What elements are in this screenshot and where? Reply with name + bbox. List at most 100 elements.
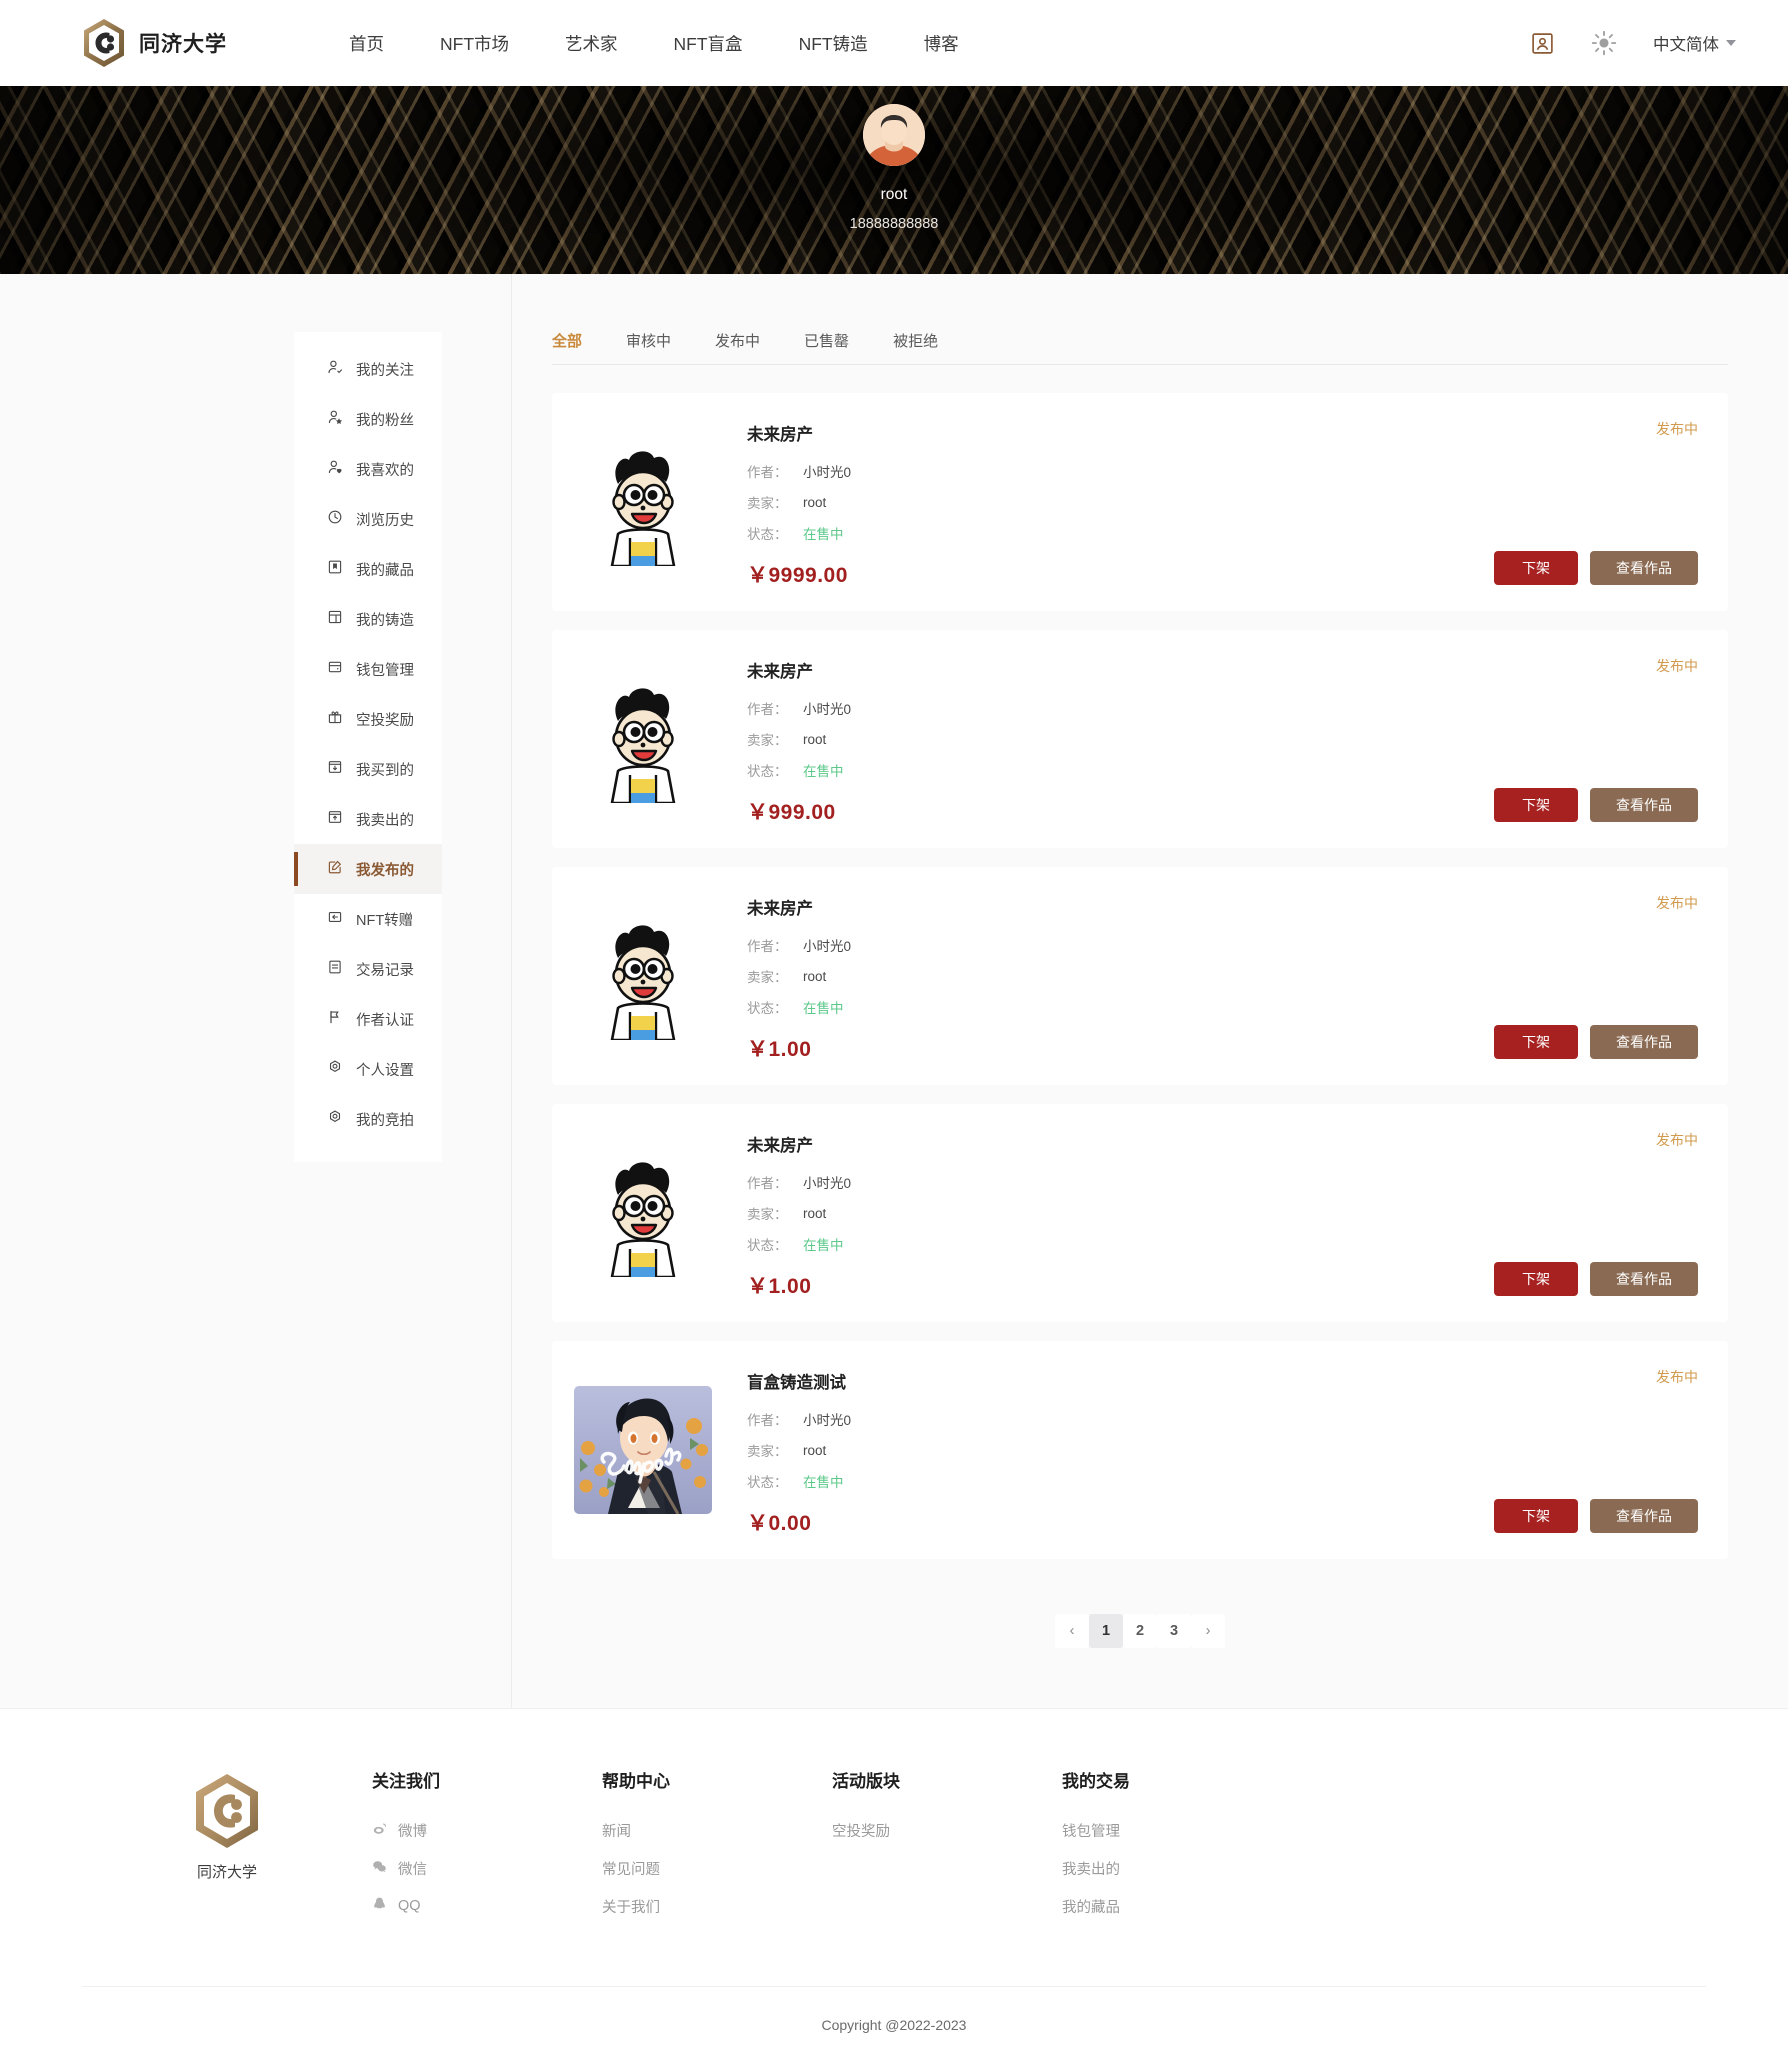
- state-value: 在售中: [803, 1001, 844, 1016]
- state-value: 在售中: [803, 527, 844, 542]
- sidebar-item-fans[interactable]: 我的粉丝: [294, 394, 442, 444]
- nav-blindbox[interactable]: NFT盲盒: [646, 23, 771, 64]
- seller-value: root: [803, 1442, 827, 1458]
- avatar[interactable]: [863, 104, 925, 166]
- tab-rejected[interactable]: 被拒绝: [871, 330, 960, 351]
- footer-link-label: 我卖出的: [1062, 1862, 1120, 1878]
- nft-seller-row: 卖家： root: [747, 1440, 1698, 1460]
- view-work-button[interactable]: 查看作品: [1590, 551, 1698, 585]
- profile-block: root 18888888888: [0, 104, 1788, 232]
- nft-card-actions: 下架 查看作品: [1494, 1025, 1698, 1059]
- footer-link-wechat[interactable]: 微信: [372, 1858, 602, 1879]
- seller-value: root: [803, 731, 827, 747]
- nft-thumbnail[interactable]: [574, 1386, 712, 1514]
- pagination: ‹ 1 2 3 ›: [552, 1614, 1728, 1648]
- footer-link-label: 我的藏品: [1062, 1900, 1120, 1916]
- sidebar-item-minting[interactable]: 我的铸造: [294, 594, 442, 644]
- nft-state-row: 状态： 在售中: [747, 760, 1698, 780]
- sidebar-item-transactions[interactable]: 交易记录: [294, 944, 442, 994]
- footer-link-wallet[interactable]: 钱包管理: [1062, 1820, 1262, 1841]
- view-work-button[interactable]: 查看作品: [1590, 1262, 1698, 1296]
- nft-thumbnail[interactable]: [574, 912, 712, 1040]
- nft-thumbnail[interactable]: [574, 438, 712, 566]
- sidebar-item-liked[interactable]: 我喜欢的: [294, 444, 442, 494]
- nft-card: 盲盒铸造测试 作者： 小时光0 卖家： root 状态： 在售中 ￥0.00 发…: [552, 1341, 1728, 1559]
- nav-artists[interactable]: 艺术家: [537, 23, 646, 64]
- profile-username: root: [880, 186, 908, 203]
- view-work-button[interactable]: 查看作品: [1590, 788, 1698, 822]
- seller-label: 卖家：: [747, 733, 788, 748]
- seller-label: 卖家：: [747, 970, 788, 985]
- sidebar-item-following[interactable]: 我的关注: [294, 344, 442, 394]
- nft-author-row: 作者： 小时光0: [747, 461, 1698, 481]
- page-body: 我的关注 我的粉丝 我喜欢的 浏览历史 我的藏品 我的铸造 钱包管理 空投奖励 …: [0, 274, 1788, 1708]
- tab-all[interactable]: 全部: [552, 330, 604, 351]
- chevron-down-icon: [1726, 40, 1736, 46]
- language-selector[interactable]: 中文简体: [1653, 31, 1736, 55]
- footer-link-collection[interactable]: 我的藏品: [1062, 1896, 1262, 1917]
- footer-link-sold[interactable]: 我卖出的: [1062, 1858, 1262, 1879]
- tab-soldout[interactable]: 已售罄: [782, 330, 871, 351]
- pagination-prev[interactable]: ‹: [1055, 1614, 1089, 1648]
- nft-thumbnail[interactable]: [574, 675, 712, 803]
- footer-heading: 帮助中心: [602, 1772, 670, 1791]
- nav-market[interactable]: NFT市场: [412, 23, 537, 64]
- tab-reviewing[interactable]: 审核中: [604, 330, 693, 351]
- delist-button[interactable]: 下架: [1494, 551, 1578, 585]
- delist-button[interactable]: 下架: [1494, 788, 1578, 822]
- pagination-page-2[interactable]: 2: [1123, 1614, 1157, 1648]
- tab-publishing[interactable]: 发布中: [693, 330, 782, 351]
- nft-thumbnail[interactable]: [574, 1149, 712, 1277]
- pagination-next[interactable]: ›: [1191, 1614, 1225, 1648]
- sidebar-item-label: 浏览历史: [356, 512, 414, 529]
- sidebar-item-sold[interactable]: 我卖出的: [294, 794, 442, 844]
- state-label: 状态：: [747, 527, 788, 542]
- cartoon-boy-icon: [574, 438, 712, 566]
- footer-link-faq[interactable]: 常见问题: [602, 1858, 832, 1879]
- delist-button[interactable]: 下架: [1494, 1499, 1578, 1533]
- sidebar-column: 我的关注 我的粉丝 我喜欢的 浏览历史 我的藏品 我的铸造 钱包管理 空投奖励 …: [0, 274, 512, 1708]
- nav-blog[interactable]: 博客: [896, 23, 987, 64]
- bookmark-icon: [327, 559, 343, 579]
- sidebar-item-auction[interactable]: 我的竞拍: [294, 1094, 442, 1144]
- delist-button[interactable]: 下架: [1494, 1262, 1578, 1296]
- site-footer: 同济大学 关注我们 微博 微信 QQ 帮助中心 新闻 常见问题 关于我们 活动版…: [0, 1708, 1788, 2069]
- pagination-page-3[interactable]: 3: [1157, 1614, 1191, 1648]
- pagination-page-1[interactable]: 1: [1089, 1614, 1123, 1648]
- footer-link-airdrop[interactable]: 空投奖励: [832, 1820, 1062, 1841]
- sidebar-item-history[interactable]: 浏览历史: [294, 494, 442, 544]
- status-badge: 发布中: [1656, 658, 1698, 674]
- sidebar-item-settings[interactable]: 个人设置: [294, 1044, 442, 1094]
- sidebar-item-published[interactable]: 我发布的: [294, 844, 442, 894]
- nft-seller-row: 卖家： root: [747, 492, 1698, 512]
- sidebar-item-verification[interactable]: 作者认证: [294, 994, 442, 1044]
- state-value: 在售中: [803, 1238, 844, 1253]
- sidebar-item-wallet[interactable]: 钱包管理: [294, 644, 442, 694]
- footer-col-help: 帮助中心 新闻 常见问题 关于我们: [602, 1767, 832, 1934]
- nft-seller-row: 卖家： root: [747, 729, 1698, 749]
- nft-title: 未来房产: [747, 1137, 813, 1155]
- brand[interactable]: 同济大学: [82, 18, 227, 68]
- sidebar-item-label: 我发布的: [356, 862, 414, 879]
- sidebar-item-purchased[interactable]: 我买到的: [294, 744, 442, 794]
- sidebar-item-collection[interactable]: 我的藏品: [294, 544, 442, 594]
- nft-author-row: 作者： 小时光0: [747, 698, 1698, 718]
- view-work-button[interactable]: 查看作品: [1590, 1499, 1698, 1533]
- state-label: 状态：: [747, 764, 788, 779]
- language-label: 中文简体: [1653, 36, 1719, 54]
- sidebar-item-airdrop[interactable]: 空投奖励: [294, 694, 442, 744]
- seller-label: 卖家：: [747, 1207, 788, 1222]
- sidebar-item-transfer[interactable]: NFT转赠: [294, 894, 442, 944]
- sidebar-item-label: 我买到的: [356, 762, 414, 779]
- user-card-icon[interactable]: [1530, 31, 1555, 56]
- footer-link-weibo[interactable]: 微博: [372, 1820, 602, 1841]
- nft-author-row: 作者： 小时光0: [747, 935, 1698, 955]
- delist-button[interactable]: 下架: [1494, 1025, 1578, 1059]
- footer-link-about[interactable]: 关于我们: [602, 1896, 832, 1917]
- footer-link-qq[interactable]: QQ: [372, 1896, 602, 1915]
- nav-home[interactable]: 首页: [321, 23, 412, 64]
- nav-mint[interactable]: NFT铸造: [771, 23, 896, 64]
- view-work-button[interactable]: 查看作品: [1590, 1025, 1698, 1059]
- footer-link-news[interactable]: 新闻: [602, 1820, 832, 1841]
- sun-icon[interactable]: [1591, 30, 1617, 56]
